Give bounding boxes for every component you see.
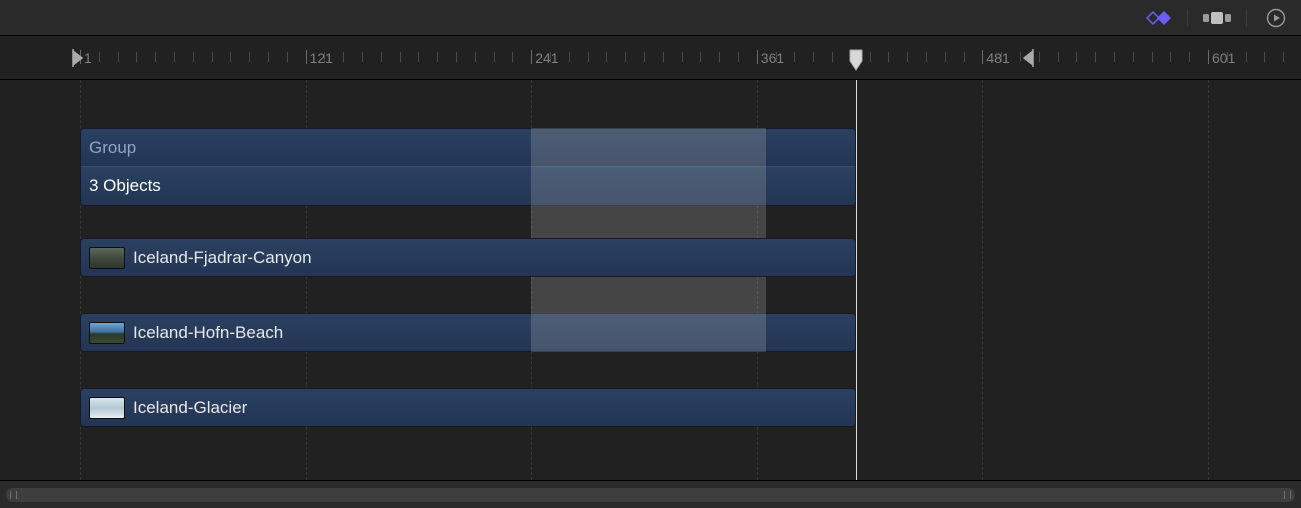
ruler-minor-tick (1152, 52, 1153, 62)
timeline-clip[interactable]: Iceland-Glacier (80, 388, 856, 427)
ruler-minor-tick (964, 52, 965, 62)
ruler-minor-tick (118, 52, 119, 62)
ruler-minor-tick (437, 52, 438, 62)
ruler-tick-label: 241 (535, 50, 558, 66)
ruler-minor-tick (99, 52, 100, 62)
ruler-minor-tick (606, 52, 607, 62)
ruler-minor-tick (1227, 52, 1228, 62)
toolbar-separator (1246, 9, 1247, 27)
clip-thumbnail (89, 322, 125, 344)
ruler-minor-tick (1076, 52, 1077, 62)
ruler-minor-tick (193, 52, 194, 62)
ruler-minor-tick (230, 52, 231, 62)
ruler-minor-tick (926, 52, 927, 62)
ruler-minor-tick (362, 52, 363, 62)
ruler-minor-tick (813, 52, 814, 62)
ruler-minor-tick (1264, 52, 1265, 62)
ruler-minor-tick (494, 52, 495, 62)
ruler-minor-tick (738, 52, 739, 62)
clip-thumbnail (89, 247, 125, 269)
ruler-minor-tick (776, 52, 777, 62)
timeline-tracks-area: Group 3 Objects Iceland-Fjadrar-Canyon Icel… (0, 80, 1301, 480)
ruler-minor-tick (1170, 52, 1171, 62)
thumbnail-mode-button[interactable] (1200, 1, 1234, 35)
ruler-minor-tick (832, 52, 833, 62)
ruler-minor-tick (343, 52, 344, 62)
ruler-minor-tick (794, 52, 795, 62)
ruler-minor-tick (663, 52, 664, 62)
ruler-minor-tick (700, 52, 701, 62)
ruler-minor-tick (682, 52, 683, 62)
ruler-minor-tick (569, 52, 570, 62)
timeline-clip[interactable]: Iceland-Fjadrar-Canyon (80, 238, 856, 277)
ruler-minor-tick (212, 52, 213, 62)
keyframe-editor-button[interactable] (1141, 1, 1175, 35)
clip-thumbnail (89, 397, 125, 419)
ruler-minor-tick (1058, 52, 1059, 62)
ruler-minor-tick (400, 52, 401, 62)
ruler-minor-tick (324, 52, 325, 62)
ruler-minor-tick (588, 52, 589, 62)
ruler-minor-tick (155, 52, 156, 62)
ruler-minor-tick (174, 52, 175, 62)
ruler-minor-tick (1133, 52, 1134, 62)
ruler-tick-label: 481 (986, 50, 1009, 66)
ruler-minor-tick (249, 52, 250, 62)
ruler-major-tick (1208, 50, 1209, 64)
ruler-minor-tick (625, 52, 626, 62)
playhead-line (856, 80, 857, 480)
ruler-minor-tick (1114, 52, 1115, 62)
ruler-minor-tick (644, 52, 645, 62)
ruler-minor-tick (945, 52, 946, 62)
ruler-tick-label: 121 (310, 50, 333, 66)
ruler-minor-tick (550, 52, 551, 62)
clip-label: Iceland-Glacier (133, 398, 247, 418)
ruler-minor-tick (1095, 52, 1096, 62)
clip-label: Iceland-Hofn-Beach (133, 323, 283, 343)
scrollbar-thumb[interactable] (6, 488, 1295, 502)
ruler-minor-tick (1283, 52, 1284, 62)
ruler-tick-label: 361 (761, 50, 784, 66)
ruler-minor-tick (1001, 52, 1002, 62)
ruler-minor-tick (287, 52, 288, 62)
play-range-start-marker[interactable] (72, 49, 84, 72)
ruler-major-tick (757, 50, 758, 64)
mini-preview-button[interactable] (1259, 1, 1293, 35)
ruler-minor-tick (268, 52, 269, 62)
ruler-tick-label: 601 (1212, 50, 1235, 66)
ruler-minor-tick (1246, 52, 1247, 62)
ruler-tick-label: 1 (84, 50, 92, 66)
ruler-minor-tick (1189, 52, 1190, 62)
group-title: Group (89, 138, 136, 158)
ruler-minor-tick (475, 52, 476, 62)
ruler-minor-tick (418, 52, 419, 62)
ruler-minor-tick (456, 52, 457, 62)
ruler-minor-tick (719, 52, 720, 62)
ruler-major-tick (306, 50, 307, 64)
play-range-end-marker[interactable] (1022, 49, 1034, 72)
ruler-minor-tick (870, 52, 871, 62)
toolbar-separator (1187, 9, 1188, 27)
ruler-minor-tick (512, 52, 513, 62)
timeline-horizontal-scrollbar[interactable] (6, 487, 1295, 503)
clip-label: Iceland-Fjadrar-Canyon (133, 248, 312, 268)
group-clip-subheader[interactable]: 3 Objects (80, 167, 856, 206)
playhead[interactable] (848, 49, 864, 71)
ruler-major-tick (531, 50, 532, 64)
ruler-minor-tick (907, 52, 908, 62)
group-clip-header[interactable]: Group (80, 128, 856, 167)
group-subtitle: 3 Objects (89, 176, 161, 196)
ruler-minor-tick (888, 52, 889, 62)
timeline-scroll-area (0, 480, 1301, 508)
timeline-ruler[interactable]: 1 121 241 361 481 601 (0, 36, 1301, 80)
ruler-minor-tick (1039, 52, 1040, 62)
ruler-major-tick (982, 50, 983, 64)
ruler-minor-tick (136, 52, 137, 62)
timeline-clip[interactable]: Iceland-Hofn-Beach (80, 313, 856, 352)
timeline-toolbar (0, 0, 1301, 36)
ruler-minor-tick (381, 52, 382, 62)
